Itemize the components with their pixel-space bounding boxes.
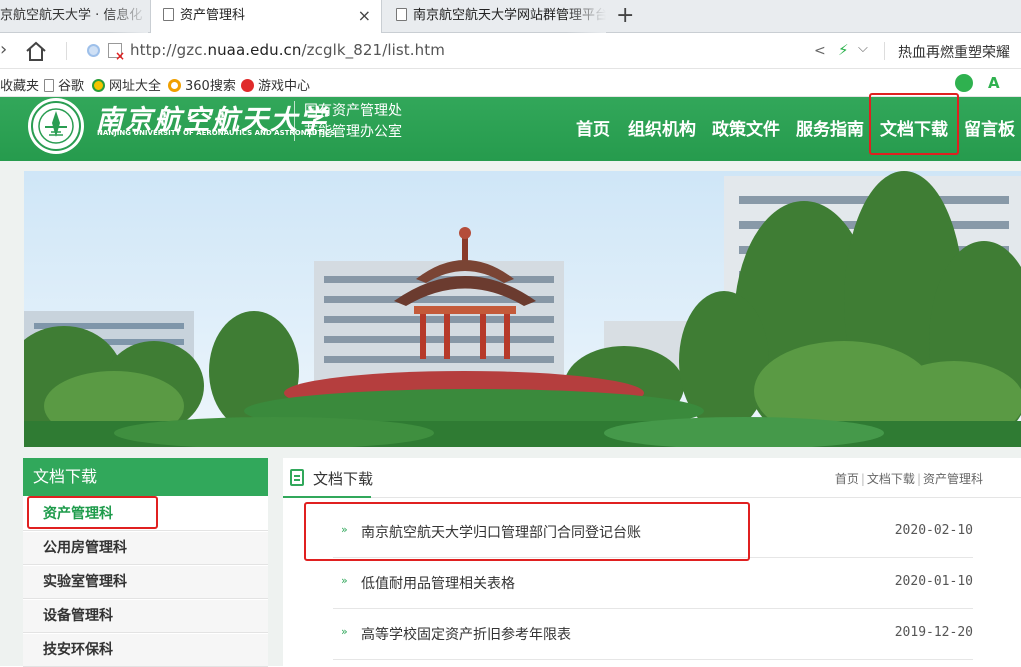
breadcrumb-document-download[interactable]: 文档下载 bbox=[867, 472, 915, 486]
nav-service-guide[interactable]: 服务指南 bbox=[796, 115, 864, 140]
nav-policy-documents[interactable]: 政策文件 bbox=[712, 115, 780, 140]
bullet-icon: » bbox=[341, 574, 348, 587]
bookmark-360-search[interactable]: 360搜索 bbox=[168, 75, 236, 94]
sidebar-item-equipment[interactable]: 设备管理科 bbox=[23, 600, 268, 633]
nav-organization[interactable]: 组织机构 bbox=[628, 115, 696, 140]
bolt-icon[interactable]: ⚡ bbox=[838, 41, 849, 59]
page-icon bbox=[44, 79, 54, 92]
university-seal-icon[interactable] bbox=[25, 97, 87, 159]
sidebar-title: 文档下载 bbox=[23, 458, 268, 496]
extension-icon[interactable] bbox=[955, 74, 973, 92]
address-bar: › http://gzc.nuaa.edu.cn/zcglk_821/list.… bbox=[0, 33, 1021, 69]
hot-search-text[interactable]: 热血再燃重塑荣耀 bbox=[898, 42, 1010, 62]
document-date: 2020-02-10 bbox=[894, 523, 973, 538]
bookmark-game-center[interactable]: 游戏中心 bbox=[241, 75, 310, 94]
list-item[interactable]: » 高等学校固定资产折旧参考年限表 2019-12-20 bbox=[333, 609, 973, 660]
url-input[interactable]: http://gzc.nuaa.edu.cn/zcglk_821/list.ht… bbox=[130, 41, 445, 59]
highlight-box bbox=[869, 93, 959, 155]
document-icon bbox=[290, 469, 304, 486]
browser-tab-active[interactable]: 资产管理科 × bbox=[150, 0, 382, 34]
site-header: 南京航空航天大学 NANJING UNIVERSITY OF AERONAUTI… bbox=[0, 97, 1021, 161]
bookmarks-bar: 收藏夹 谷歌 网址大全 360搜索 游戏中心 A bbox=[0, 70, 1021, 97]
sidebar: 文档下载 资产管理科 公用房管理科 实验室管理科 设备管理科 技安环保科 bbox=[23, 458, 268, 667]
search-ring-icon bbox=[168, 79, 181, 92]
panel-title: 文档下载 bbox=[313, 470, 374, 488]
bookmark-google[interactable]: 谷歌 bbox=[44, 75, 84, 94]
department-subname: 节能管理办公室 bbox=[304, 124, 402, 140]
breadcrumb-asset-management[interactable]: 资产管理科 bbox=[923, 472, 983, 486]
document-date: 2019-12-20 bbox=[894, 625, 973, 640]
bookmark-url-directory[interactable]: 网址大全 bbox=[92, 75, 161, 94]
tab-label: 资产管理科 bbox=[180, 8, 246, 23]
sidebar-item-laboratory[interactable]: 实验室管理科 bbox=[23, 566, 268, 599]
document-link[interactable]: 低值耐用品管理相关表格 bbox=[361, 573, 515, 593]
game-icon bbox=[241, 79, 254, 92]
breadcrumb: 首页 | 文档下载 | 资产管理科 bbox=[834, 472, 983, 486]
bookmark-favorites[interactable]: 收藏夹 bbox=[0, 75, 39, 94]
panel-header: 文档下载 首页 | 文档下载 | 资产管理科 bbox=[283, 458, 1021, 498]
translate-icon[interactable]: A bbox=[988, 74, 1000, 92]
highlight-box bbox=[304, 502, 750, 561]
new-tab-button[interactable]: + bbox=[616, 0, 634, 31]
share-icon[interactable]: < bbox=[814, 43, 826, 59]
nav-home[interactable]: 首页 bbox=[576, 115, 610, 140]
banner-area bbox=[0, 161, 1021, 595]
page-icon bbox=[163, 8, 174, 21]
nav-message-board[interactable]: 留言板 bbox=[964, 115, 1015, 140]
browser-tab-bar: 京航空航天大学 · 信息化 资产管理科 × 南京航空航天大学网站群管理平台 + bbox=[0, 0, 1021, 34]
highlight-box bbox=[27, 496, 158, 529]
page-icon bbox=[396, 8, 407, 21]
home-icon[interactable] bbox=[24, 40, 48, 62]
sidebar-item-safety-environment[interactable]: 技安环保科 bbox=[23, 634, 268, 667]
site-info-icon[interactable] bbox=[87, 44, 100, 57]
campus-banner-image bbox=[24, 171, 1021, 447]
plus-circle-icon bbox=[92, 79, 105, 92]
sidebar-item-public-housing[interactable]: 公用房管理科 bbox=[23, 532, 268, 565]
document-list-panel: 文档下载 首页 | 文档下载 | 资产管理科 » 南京航空航天大学归口管理部门合同登记台… bbox=[283, 458, 1021, 666]
close-tab-icon[interactable]: × bbox=[358, 0, 371, 31]
bullet-icon: » bbox=[341, 625, 348, 638]
browser-tab[interactable]: 京航空航天大学 · 信息化 bbox=[0, 0, 148, 33]
browser-tab[interactable]: 南京航空航天大学网站群管理平台 bbox=[384, 0, 606, 33]
document-date: 2020-01-10 bbox=[894, 574, 973, 589]
page-error-icon[interactable] bbox=[108, 43, 125, 63]
forward-icon[interactable]: › bbox=[0, 39, 7, 60]
list-item[interactable]: » 低值耐用品管理相关表格 2020-01-10 bbox=[333, 558, 973, 609]
breadcrumb-home[interactable]: 首页 bbox=[835, 472, 859, 486]
university-name-en: NANJING UNIVERSITY OF AERONAUTICS AND AS… bbox=[97, 129, 336, 137]
chevron-down-icon[interactable]: ⌵ bbox=[858, 41, 868, 56]
document-link[interactable]: 高等学校固定资产折旧参考年限表 bbox=[361, 624, 571, 644]
department-name: 国有资产管理处 bbox=[304, 103, 402, 119]
